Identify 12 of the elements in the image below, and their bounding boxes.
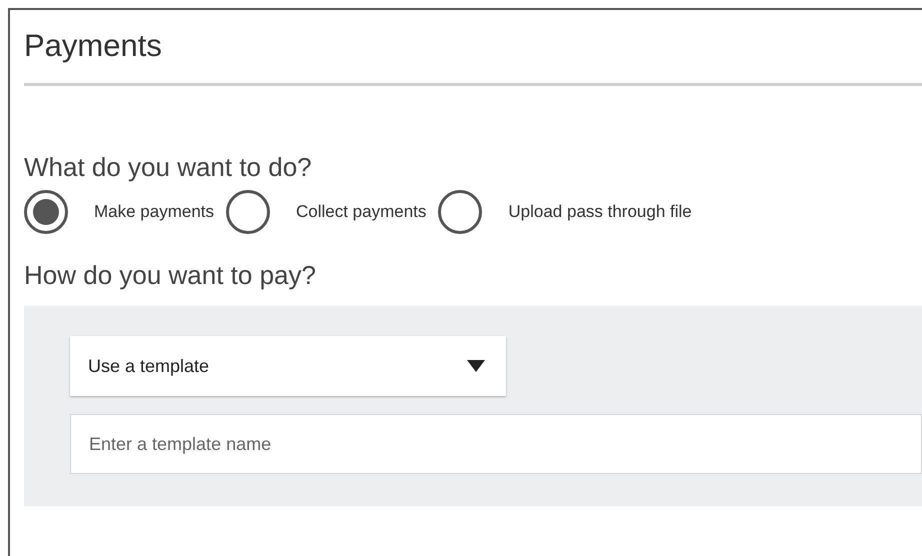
radio-label: Collect payments [296,201,426,224]
radio-button[interactable] [438,190,482,234]
section-heading: What do you want to do? [24,152,313,182]
radio-button[interactable] [226,190,270,234]
section-heading: How do you want to pay? [24,260,317,290]
template-name-field[interactable]: Enter a template name [70,414,922,474]
page-title: Payments [24,28,163,64]
radio-label: Upload pass through file [508,201,692,224]
radio-button[interactable] [24,190,68,234]
radio-label: Make payments [94,201,214,224]
dropdown-caret-icon [466,359,486,373]
template-dropdown[interactable]: Use a template [70,336,506,396]
